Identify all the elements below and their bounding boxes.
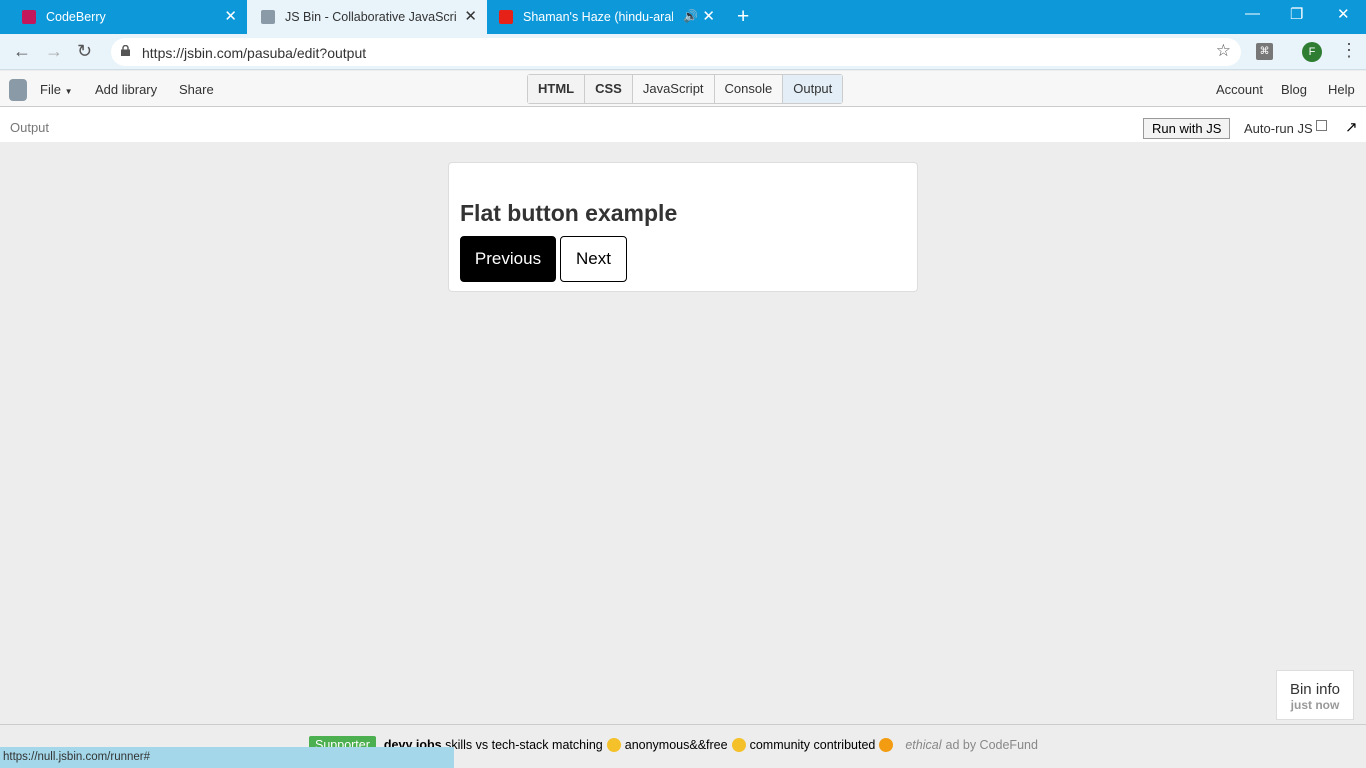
youtube-favicon-icon xyxy=(499,10,513,24)
jsbin-toolbar: File ▼ Add library Share HTML CSS JavaSc… xyxy=(0,71,1366,107)
reload-icon[interactable]: ↻ xyxy=(77,42,92,60)
autorun-checkbox[interactable] xyxy=(1316,120,1327,131)
page-title: Flat button example xyxy=(460,200,678,226)
lock-icon xyxy=(121,45,130,56)
add-library-button[interactable]: Add library xyxy=(95,82,157,97)
tab-html[interactable]: HTML xyxy=(528,75,586,103)
pdf-extension-icon[interactable]: ⌘ xyxy=(1256,43,1273,60)
codeberry-favicon-icon xyxy=(22,10,36,24)
tab-title: CodeBerry xyxy=(46,10,106,24)
browser-tab-strip: CodeBerry ✕ JS Bin - Collaborative JavaS… xyxy=(0,0,1366,34)
tab-jsbin[interactable]: JS Bin - Collaborative JavaScript Debugg… xyxy=(247,0,487,34)
autorun-label: Auto-run JS xyxy=(1244,121,1313,136)
ad-text: skills vs tech-stack matching xyxy=(445,738,603,752)
tab-title: JS Bin - Collaborative JavaScript Debugg… xyxy=(285,10,457,24)
bookmark-star-icon[interactable]: ☆ xyxy=(1216,41,1231,61)
bin-info-title: Bin info xyxy=(1289,681,1341,698)
ad-text: community contributed xyxy=(749,738,876,752)
minimize-window-icon[interactable]: — xyxy=(1245,5,1260,22)
jsbin-logo-icon[interactable] xyxy=(9,79,27,101)
audio-playing-icon[interactable]: 🔊 xyxy=(683,9,698,23)
file-menu-label: File xyxy=(40,82,61,97)
next-button[interactable]: Next xyxy=(560,236,627,282)
close-tab-icon[interactable]: ✕ xyxy=(224,9,237,24)
profile-avatar[interactable]: F xyxy=(1302,42,1322,62)
forward-arrow-icon[interactable]: → xyxy=(45,42,63,60)
previous-button[interactable]: Previous xyxy=(460,236,556,282)
tab-title: Shaman's Haze (hindu-arab dub) xyxy=(523,10,673,24)
tab-console[interactable]: Console xyxy=(715,75,784,103)
file-menu[interactable]: File ▼ xyxy=(40,82,73,97)
bin-info-timestamp: just now xyxy=(1290,698,1340,712)
ethical-label: ethical xyxy=(905,738,942,752)
ad-attribution: ad by CodeFund xyxy=(945,738,1038,752)
thinking-face-icon xyxy=(606,738,621,752)
output-card: Flat button example Previous Next xyxy=(448,162,918,292)
url-text: https://jsbin.com/pasuba/edit?output xyxy=(142,45,367,61)
surprised-face-icon xyxy=(731,738,746,752)
dropdown-caret-icon: ▼ xyxy=(64,87,73,96)
tab-javascript[interactable]: JavaScript xyxy=(633,75,715,103)
close-window-icon[interactable]: ✕ xyxy=(1337,5,1350,23)
status-url-bar: https://null.jsbin.com/runner# xyxy=(0,747,454,768)
account-link[interactable]: Account xyxy=(1216,82,1263,97)
tab-youtube[interactable]: Shaman's Haze (hindu-arab dub) 🔊 ✕ xyxy=(487,0,727,34)
ad-text: anonymous&&free xyxy=(624,738,728,752)
close-tab-icon[interactable]: ✕ xyxy=(464,9,477,24)
new-tab-plus-icon[interactable]: + xyxy=(737,6,749,27)
tab-codeberry[interactable]: CodeBerry ✕ xyxy=(0,0,247,34)
bin-info-panel[interactable]: Bin info just now xyxy=(1276,670,1354,720)
tab-output[interactable]: Output xyxy=(783,75,843,103)
address-bar[interactable]: https://jsbin.com/pasuba/edit?output ☆ xyxy=(111,38,1241,66)
back-arrow-icon[interactable]: ← xyxy=(13,42,31,60)
address-toolbar: ← → ↻ https://jsbin.com/pasuba/edit?outp… xyxy=(0,34,1366,70)
share-button[interactable]: Share xyxy=(179,82,214,97)
jsbin-favicon-icon xyxy=(261,10,275,24)
blog-link[interactable]: Blog xyxy=(1281,82,1307,97)
help-link[interactable]: Help xyxy=(1328,82,1355,97)
heart-eyes-icon xyxy=(879,738,894,752)
browser-menu-icon[interactable]: ⋮ xyxy=(1340,40,1358,61)
panel-toggles: HTML CSS JavaScript Console Output xyxy=(527,74,844,104)
run-with-js-button[interactable]: Run with JS xyxy=(1143,118,1231,139)
close-tab-icon[interactable]: ✕ xyxy=(702,9,715,24)
popout-arrow-icon[interactable]: ↗ xyxy=(1345,118,1358,136)
tab-css[interactable]: CSS xyxy=(585,75,633,103)
output-panel-label: Output xyxy=(10,120,50,135)
restore-window-icon[interactable]: ❐ xyxy=(1290,5,1303,23)
